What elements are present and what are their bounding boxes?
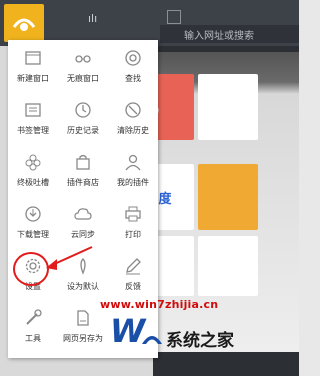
- menu-item-downloads[interactable]: 下载管理: [8, 196, 58, 248]
- browser-menu-button[interactable]: [4, 4, 44, 42]
- incognito-icon: [73, 48, 93, 68]
- clear-history-icon: [123, 100, 143, 120]
- watermark-url: www.win7zhijia.cn: [100, 298, 219, 311]
- speed-dial-blank-1[interactable]: [198, 74, 258, 140]
- menu-item-cloud-sync[interactable]: 云同步: [58, 196, 108, 248]
- cloud-sync-icon: [73, 204, 93, 224]
- printer-icon: [123, 204, 143, 224]
- menu-item-feedback-flower[interactable]: 终极吐槽: [8, 144, 58, 196]
- feedback-flower-icon: [23, 152, 43, 172]
- menu-item-label: 下载管理: [17, 230, 49, 239]
- brand-name: 系统之家: [166, 331, 234, 351]
- menu-item-label: 工具: [25, 334, 41, 343]
- menu-item-label: 云同步: [71, 230, 95, 239]
- plugin-store-icon: [73, 152, 93, 172]
- settings-highlight-circle: [13, 252, 49, 286]
- menu-item-clear-history[interactable]: 清除历史: [108, 92, 158, 144]
- menu-item-label: 无痕窗口: [67, 74, 99, 83]
- menu-item-label: 新建窗口: [17, 74, 49, 83]
- menu-item-set-default[interactable]: 设为默认: [58, 248, 108, 300]
- menu-item-tools[interactable]: 工具: [8, 300, 58, 352]
- pin-icon: [73, 256, 93, 276]
- address-bar[interactable]: 输入网址或搜索: [160, 25, 299, 43]
- menu-item-label: 历史记录: [67, 126, 99, 135]
- menu-item-find[interactable]: 查找: [108, 40, 158, 92]
- download-icon: [23, 204, 43, 224]
- menu-item-label: 网页另存为: [63, 334, 103, 343]
- menu-item-label: 查找: [125, 74, 141, 83]
- tab-window-icon[interactable]: [167, 10, 181, 24]
- clock-icon: [73, 100, 93, 120]
- site-brand: W 系统之家: [110, 312, 299, 376]
- menu-item-bookmarks[interactable]: 书签管理: [8, 92, 58, 144]
- menu-item-label: 我的插件: [117, 178, 149, 187]
- browser-window: ılı 输入网址或搜索 網易 Bai百度 + 新建窗口 无痕窗口 查找 书签管理…: [0, 0, 299, 376]
- menu-item-label: 书签管理: [17, 126, 49, 135]
- menu-item-my-plugins[interactable]: 我的插件: [108, 144, 158, 196]
- menu-item-new-window[interactable]: 新建窗口: [8, 40, 58, 92]
- tab-label[interactable]: ılı: [88, 12, 97, 25]
- menu-item-history[interactable]: 历史记录: [58, 92, 108, 144]
- browser-logo-icon: [12, 18, 36, 31]
- speed-dial-orange[interactable]: [198, 164, 258, 230]
- tools-icon: [23, 308, 43, 328]
- save-page-icon: [73, 308, 93, 328]
- menu-item-label: 设为默认: [67, 282, 99, 291]
- menu-item-print[interactable]: 打印: [108, 196, 158, 248]
- menu-item-label: 插件商店: [67, 178, 99, 187]
- brand-logo-icon: [142, 336, 162, 344]
- menu-item-feedback[interactable]: 反馈: [108, 248, 158, 300]
- bookmark-icon: [23, 100, 43, 120]
- menu-item-incognito[interactable]: 无痕窗口: [58, 40, 108, 92]
- user-plugin-icon: [123, 152, 143, 172]
- pencil-icon: [123, 256, 143, 276]
- search-icon: [123, 48, 143, 68]
- menu-item-plugin-store[interactable]: 插件商店: [58, 144, 108, 196]
- speed-dial-blank-2[interactable]: [198, 236, 258, 296]
- new-window-icon: [23, 48, 43, 68]
- menu-item-label: 终极吐槽: [17, 178, 49, 187]
- menu-item-label: 反馈: [125, 282, 141, 291]
- menu-item-label: 打印: [125, 230, 141, 239]
- menu-item-label: 清除历史: [117, 126, 149, 135]
